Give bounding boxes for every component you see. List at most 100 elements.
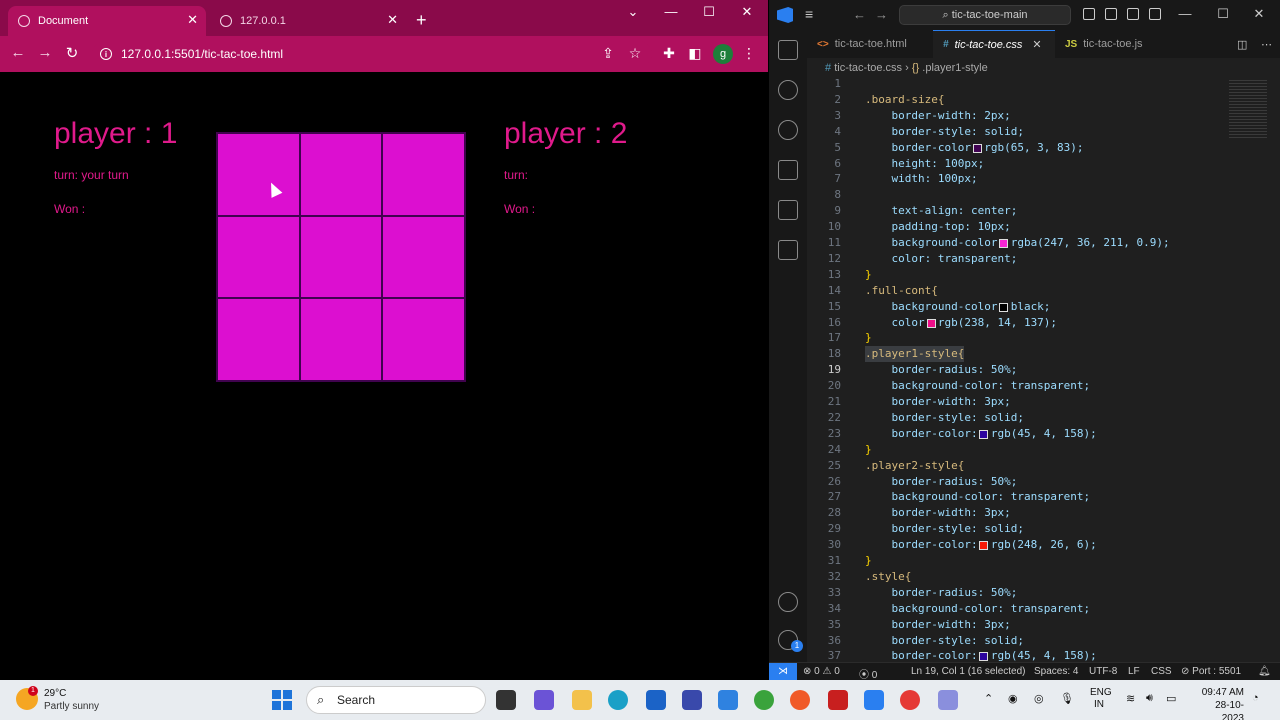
browser-tab-localhost[interactable]: 127.0.0.1 ✕ <box>208 6 406 36</box>
profile-avatar[interactable]: g <box>713 44 733 64</box>
code-line[interactable]: 33 border-radius: 50%; <box>807 585 1280 601</box>
snipping-tool-icon[interactable] <box>938 690 958 710</box>
account-icon[interactable] <box>778 592 798 612</box>
browser-tab-document[interactable]: Document ✕ <box>8 6 206 36</box>
toggle-secondary-sidebar-icon[interactable] <box>1127 8 1139 20</box>
indentation-status[interactable]: Spaces: 4 <box>1034 666 1078 677</box>
app-icon[interactable] <box>754 690 774 710</box>
language-indicator[interactable]: ENG IN <box>1090 687 1112 711</box>
remote-indicator-icon[interactable]: ⋊ <box>769 663 797 681</box>
code-line[interactable]: 22 border-style: solid; <box>807 410 1280 426</box>
file-explorer-icon[interactable] <box>572 690 592 710</box>
code-line[interactable]: 26 border-radius: 50%; <box>807 474 1280 490</box>
run-debug-icon[interactable] <box>778 160 798 180</box>
taskbar-search[interactable]: ⌕ Search <box>306 686 486 714</box>
remote-explorer-icon[interactable] <box>778 240 798 260</box>
close-tab-icon[interactable]: ✕ <box>1032 38 1041 51</box>
forward-arrow-icon[interactable]: → <box>875 7 888 22</box>
color-swatch[interactable] <box>999 302 1009 312</box>
color-swatch[interactable] <box>926 318 936 328</box>
menu-kebab-icon[interactable]: ⋮ <box>739 45 759 62</box>
back-arrow-icon[interactable]: ← <box>853 7 866 22</box>
toggle-panel-icon[interactable] <box>1105 8 1117 20</box>
sidebar-icon[interactable]: ◧ <box>685 45 705 62</box>
customize-layout-icon[interactable] <box>1149 8 1161 20</box>
code-line[interactable]: 7 width: 100px; <box>807 171 1280 187</box>
code-line[interactable]: 16 color: rgb(238, 14, 137); <box>807 315 1280 331</box>
microphone-icon[interactable]: 🎙︎ <box>1060 692 1074 705</box>
tray-app-icon[interactable]: ◉ <box>1008 692 1018 705</box>
acrobat-icon[interactable] <box>828 690 848 710</box>
code-line[interactable]: 10 padding-top: 10px; <box>807 219 1280 235</box>
notification-icon[interactable]: ◔ <box>1252 692 1259 704</box>
wifi-icon[interactable]: ≋ <box>1126 692 1135 705</box>
code-line[interactable]: 12 color: transparent; <box>807 251 1280 267</box>
tab-html-file[interactable]: <> tic-tac-toe.html <box>807 30 933 58</box>
code-line[interactable]: 32 .style{ <box>807 569 1280 585</box>
code-line[interactable]: 29 border-style: solid; <box>807 521 1280 537</box>
code-line[interactable]: 6 height: 100px; <box>807 156 1280 172</box>
task-view-icon[interactable] <box>496 690 516 710</box>
color-swatch[interactable] <box>979 652 989 662</box>
close-window-button[interactable]: ✕ <box>1245 6 1273 22</box>
vscode-taskbar-icon[interactable] <box>864 690 884 710</box>
search-icon[interactable] <box>778 80 798 100</box>
source-control-icon[interactable] <box>778 120 798 140</box>
code-line[interactable]: 24} <box>807 442 1280 458</box>
color-swatch[interactable] <box>979 541 989 551</box>
code-line[interactable]: 27 background-color: transparent; <box>807 489 1280 505</box>
bookmark-star-icon[interactable]: ☆ <box>625 45 645 62</box>
weather-desc[interactable]: Partly sunny <box>44 701 99 712</box>
tab-search-icon[interactable]: ⌄ <box>618 4 648 20</box>
code-line[interactable]: 30 border-color: rgb(248, 26, 6); <box>807 537 1280 553</box>
show-hidden-icons-chevron-icon[interactable]: ⌃ <box>984 692 993 705</box>
notifications-bell-icon[interactable]: 🔔︎ <box>1258 666 1271 677</box>
code-editor[interactable]: 1 2 .board-size{3 border-width: 2px; 4 bord… <box>807 76 1280 662</box>
ports-status[interactable]: ⦿ 0 <box>859 666 877 681</box>
breadcrumb-symbol[interactable]: .player1-style <box>922 62 987 74</box>
code-line[interactable]: 9 text-align: center; <box>807 203 1280 219</box>
more-actions-icon[interactable]: ⋯ <box>1251 30 1277 58</box>
cursor-position[interactable]: Ln 19, Col 1 (16 selected) <box>911 666 1026 677</box>
app-icon[interactable] <box>682 690 702 710</box>
tab-css-file[interactable]: # tic-tac-toe.css ✕ <box>933 30 1055 58</box>
app-icon[interactable] <box>790 690 810 710</box>
maximize-button[interactable]: ☐ <box>1209 6 1237 22</box>
maximize-button[interactable]: ☐ <box>694 4 724 20</box>
minimap[interactable] <box>1229 78 1267 138</box>
share-icon[interactable]: ⇪ <box>598 45 618 62</box>
code-line[interactable]: 15 background-color: black; <box>807 299 1280 315</box>
code-line[interactable]: 36 border-style: solid; <box>807 633 1280 649</box>
color-swatch[interactable] <box>972 143 982 153</box>
language-mode[interactable]: CSS <box>1151 666 1172 677</box>
code-line[interactable]: 11 background-color: rgba(247, 36, 211, … <box>807 235 1280 251</box>
code-line[interactable]: 28 border-width: 3px; <box>807 505 1280 521</box>
code-line[interactable]: 5 border-color: rgb(65, 3, 83); <box>807 140 1280 156</box>
encoding-status[interactable]: UTF-8 <box>1089 666 1117 677</box>
code-line[interactable]: 31} <box>807 553 1280 569</box>
extensions-puzzle-icon[interactable]: ✚ <box>659 45 679 62</box>
code-line[interactable]: 25 .player2-style{ <box>807 458 1280 474</box>
explorer-icon[interactable] <box>778 40 798 60</box>
store-icon[interactable] <box>646 690 666 710</box>
minimize-button[interactable]: — <box>1171 6 1199 21</box>
battery-icon[interactable]: ▭ <box>1166 692 1176 705</box>
code-line[interactable]: 17} <box>807 330 1280 346</box>
extensions-icon[interactable] <box>778 200 798 220</box>
code-line[interactable]: 21 border-width: 3px; <box>807 394 1280 410</box>
color-swatch[interactable] <box>979 429 989 439</box>
reload-icon[interactable]: ↻ <box>61 44 83 62</box>
board-cell[interactable] <box>218 134 299 215</box>
eol-status[interactable]: LF <box>1128 666 1140 677</box>
teams-chat-icon[interactable] <box>534 690 554 710</box>
windows-start-icon[interactable] <box>272 690 292 710</box>
weather-temp[interactable]: 29°C <box>44 688 66 699</box>
board-cell[interactable] <box>300 216 382 298</box>
board-cell[interactable] <box>300 299 382 380</box>
system-clock[interactable]: 09:47 AM 28-10-2023 <box>1200 686 1244 720</box>
code-line[interactable]: 1 <box>807 76 1280 92</box>
code-line[interactable]: 34 background-color: transparent; <box>807 601 1280 617</box>
code-line[interactable]: 2 .board-size{ <box>807 92 1280 108</box>
code-line[interactable]: 20 background-color: transparent; <box>807 378 1280 394</box>
code-line[interactable]: 3 border-width: 2px; <box>807 108 1280 124</box>
